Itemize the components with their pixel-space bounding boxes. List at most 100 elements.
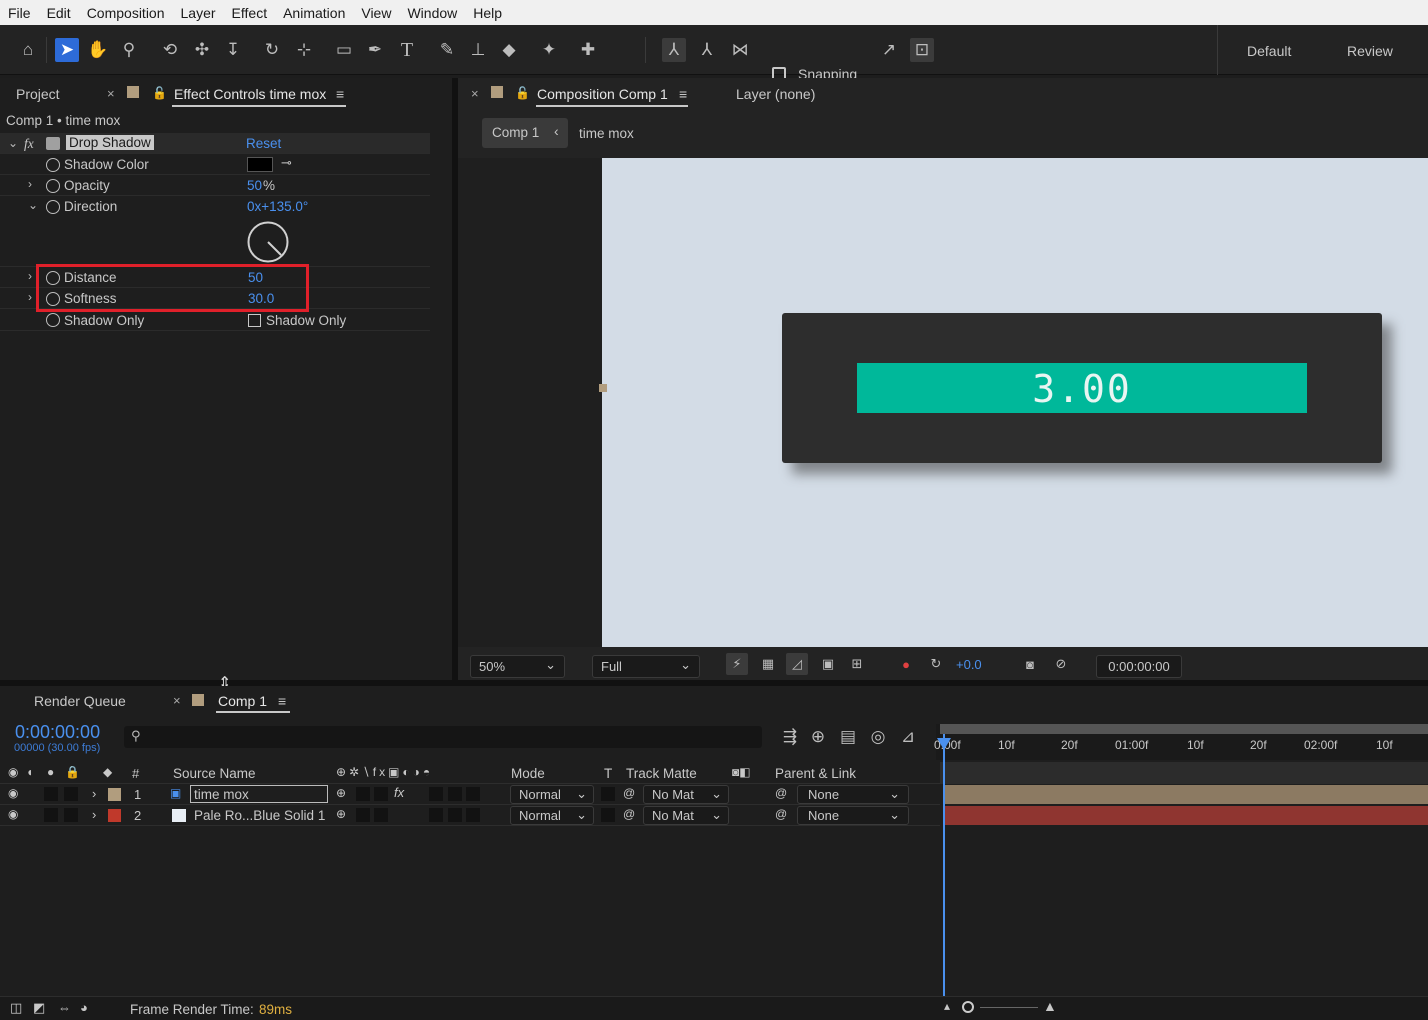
zoom-out-icon[interactable]: ▴ <box>944 999 950 1013</box>
draft-3d-icon[interactable]: ⊕ <box>806 725 830 749</box>
label-color[interactable] <box>108 809 121 822</box>
grid-guides-icon[interactable]: ⊞ <box>846 653 868 675</box>
layer-row-1[interactable]: ◉ › 1 ▣ time mox ⊕ fx Normal ⌄ @ No Mat ⌄ … <box>0 784 940 805</box>
parent-pickwhip-icon[interactable]: @ <box>775 786 787 800</box>
axis-world-icon[interactable]: ⅄ <box>695 38 719 62</box>
zoom-slider-handle[interactable] <box>962 1001 974 1013</box>
composition-canvas[interactable]: 3.00 <box>602 158 1428 647</box>
brush-tool-icon[interactable]: ✎ <box>435 38 459 62</box>
eraser-tool-icon[interactable]: ◆ <box>497 38 521 62</box>
layer-bar-1[interactable] <box>944 785 1428 804</box>
panel-menu-icon[interactable]: ≡ <box>278 693 286 709</box>
parent-pickwhip-icon[interactable]: @ <box>775 807 787 821</box>
snap-features-icon[interactable]: ⊡ <box>910 38 934 62</box>
breadcrumb-comp-pill[interactable]: Comp 1 ‹ <box>482 118 568 148</box>
pan-behind-icon[interactable]: ⊹ <box>292 38 316 62</box>
render-time-icon[interactable]: ◕ <box>80 1000 88 1015</box>
direction-value[interactable]: 0x+135.0° <box>247 199 308 214</box>
layer-name[interactable]: Pale Ro...Blue Solid 1 <box>194 808 325 823</box>
menu-layer[interactable]: Layer <box>173 5 224 21</box>
matte-pickwhip-icon[interactable]: @ <box>623 807 635 821</box>
parent-dropdown[interactable]: None ⌄ <box>797 785 909 804</box>
tab-composition[interactable]: Composition Comp 1 <box>537 86 668 102</box>
chevron-right-icon[interactable]: › <box>28 290 32 304</box>
workspace-default[interactable]: Default <box>1247 43 1291 59</box>
chevron-down-icon[interactable]: ⌄ <box>28 198 38 212</box>
pan-camera-icon[interactable]: ✣ <box>190 38 214 62</box>
workspace-review[interactable]: Review <box>1347 43 1393 59</box>
clone-stamp-icon[interactable]: ⊥ <box>466 38 490 62</box>
color-swatch[interactable] <box>247 157 273 172</box>
reset-exposure-icon[interactable]: ↻ <box>925 653 947 675</box>
angle-dial[interactable] <box>246 220 290 264</box>
menu-view[interactable]: View <box>353 5 399 21</box>
pen-tool-icon[interactable]: ✒ <box>363 38 387 62</box>
effect-name[interactable]: Drop Shadow <box>66 135 154 150</box>
search-input[interactable]: ⚲ <box>124 726 762 748</box>
menu-window[interactable]: Window <box>399 5 465 21</box>
layer-anchor-handle[interactable] <box>599 384 607 392</box>
menu-composition[interactable]: Composition <box>79 5 173 21</box>
timeline-work-area[interactable] <box>940 762 1428 784</box>
zoom-dropdown[interactable]: 50% ⌄ <box>470 655 565 678</box>
show-snapshot-icon[interactable]: ⊘ <box>1050 653 1072 675</box>
eye-icon[interactable]: ◉ <box>8 807 18 821</box>
menu-animation[interactable]: Animation <box>275 5 353 21</box>
solo-icon[interactable]: ● <box>47 765 54 779</box>
zoom-in-icon[interactable]: ▲ <box>1043 998 1057 1014</box>
rotate-tool-icon[interactable]: ↻ <box>260 38 284 62</box>
selection-tool-icon[interactable]: ➤ <box>55 38 79 62</box>
chevron-right-icon[interactable]: › <box>92 786 96 801</box>
shy-switch-icon[interactable]: ⊕ <box>336 807 346 821</box>
menu-edit[interactable]: Edit <box>39 5 79 21</box>
home-icon[interactable]: ⌂ <box>16 38 40 62</box>
chevron-right-icon[interactable]: › <box>92 807 96 822</box>
axis-local-icon[interactable]: ⅄ <box>662 38 686 62</box>
region-of-interest-icon[interactable]: ▣ <box>817 653 839 675</box>
hide-shy-layers-icon[interactable]: ▤ <box>836 725 860 749</box>
frame-blending-icon[interactable]: ◎ <box>866 725 890 749</box>
mode-dropdown[interactable]: Normal ⌄ <box>510 806 594 825</box>
exposure-value[interactable]: +0.0 <box>956 657 982 672</box>
mask-visibility-icon[interactable]: ◿ <box>786 653 808 675</box>
type-tool-icon[interactable]: T <box>395 38 419 62</box>
track-matte-dropdown[interactable]: No Mat ⌄ <box>643 806 729 825</box>
playhead-handle[interactable] <box>937 738 951 750</box>
puppet-pin-icon[interactable]: ✚ <box>576 38 600 62</box>
layer-switches-icon[interactable]: ◫ <box>10 1000 22 1016</box>
current-time[interactable]: 0:00:00:00 <box>15 722 100 743</box>
tab-project[interactable]: Project <box>16 86 60 102</box>
opacity-value[interactable]: 50 <box>247 178 262 193</box>
stopwatch-icon[interactable] <box>46 200 60 214</box>
zoom-slider-track[interactable] <box>980 1007 1038 1008</box>
snap-edges-icon[interactable]: ↗ <box>877 38 901 62</box>
stopwatch-icon[interactable] <box>46 179 60 193</box>
viewport[interactable]: 3.00 <box>458 158 1428 647</box>
composition-mini-flowchart-icon[interactable]: ⇶ <box>778 725 802 749</box>
shadow-only-checkbox[interactable] <box>248 314 261 327</box>
tab-effect-controls[interactable]: Effect Controls time mox <box>174 86 326 102</box>
time-ruler[interactable]: 0:00f 10f 20f 01:00f 10f 20f 02:00f 10f <box>934 724 1428 760</box>
axis-view-icon[interactable]: ⋈ <box>728 38 752 62</box>
label-tag-icon[interactable]: ◆ <box>103 765 112 779</box>
graph-editor-icon[interactable]: ⊿ <box>896 725 920 749</box>
transfer-controls-icon[interactable]: ◩ <box>33 1000 45 1016</box>
zoom-tool-icon[interactable]: ⚲ <box>117 38 141 62</box>
effect-header-row[interactable]: ⌄ fx Drop Shadow Reset <box>0 133 430 154</box>
close-tab-icon[interactable]: × <box>107 86 115 101</box>
orbit-camera-icon[interactable]: ⟲ <box>158 38 182 62</box>
mode-dropdown[interactable]: Normal ⌄ <box>510 785 594 804</box>
timer-box[interactable]: 3.00 <box>782 313 1382 463</box>
matte-pickwhip-icon[interactable]: @ <box>623 786 635 800</box>
work-area-bar[interactable] <box>940 724 1428 734</box>
column-source-name[interactable]: Source Name <box>173 766 256 781</box>
parent-dropdown[interactable]: None ⌄ <box>797 806 909 825</box>
label-color[interactable] <box>108 788 121 801</box>
lock-icon[interactable]: 🔓 <box>152 86 167 100</box>
rectangle-tool-icon[interactable]: ▭ <box>332 38 356 62</box>
audio-icon[interactable]: ◖ <box>26 765 33 779</box>
menu-effect[interactable]: Effect <box>224 5 276 21</box>
resolution-dropdown[interactable]: Full ⌄ <box>592 655 700 678</box>
close-tab-icon[interactable]: × <box>471 86 479 101</box>
in-out-icon[interactable]: ⇔ <box>58 1000 71 1015</box>
